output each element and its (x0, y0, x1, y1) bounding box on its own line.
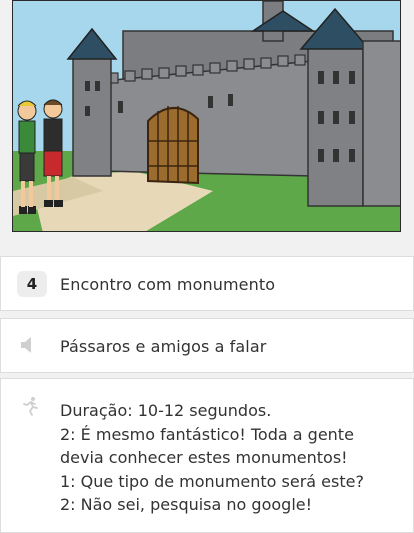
action-line: 2: Não sei, pesquisa no google! (60, 495, 313, 515)
action-line: 1: Que tipo de monumento será este? (60, 471, 364, 491)
action-line: 2: É mesmo fantástico! Toda a gente (60, 424, 354, 444)
sound-description-text: Pássaros e amigos a falar (60, 337, 267, 356)
running-person-icon (20, 396, 40, 420)
panel-scene-title[interactable]: 4 Encontro com monumento (0, 256, 414, 311)
scene-title-text: Encontro com monumento (60, 275, 276, 294)
panel-action[interactable]: Duração: 10-12 segundos. 2: É mesmo fant… (0, 378, 414, 533)
castle-scene-svg (13, 1, 400, 231)
action-line: Duração: 10-12 segundos. (60, 401, 272, 420)
panel-sound[interactable]: Pássaros e amigos a falar (0, 318, 414, 373)
castle-scene-illustration (12, 0, 401, 232)
scene-number-badge: 4 (17, 271, 47, 297)
action-line: devia conhecer estes monumentos! (60, 448, 348, 468)
action-text-block: Duração: 10-12 segundos. 2: É mesmo fant… (60, 399, 364, 517)
speaker-icon (20, 336, 36, 358)
